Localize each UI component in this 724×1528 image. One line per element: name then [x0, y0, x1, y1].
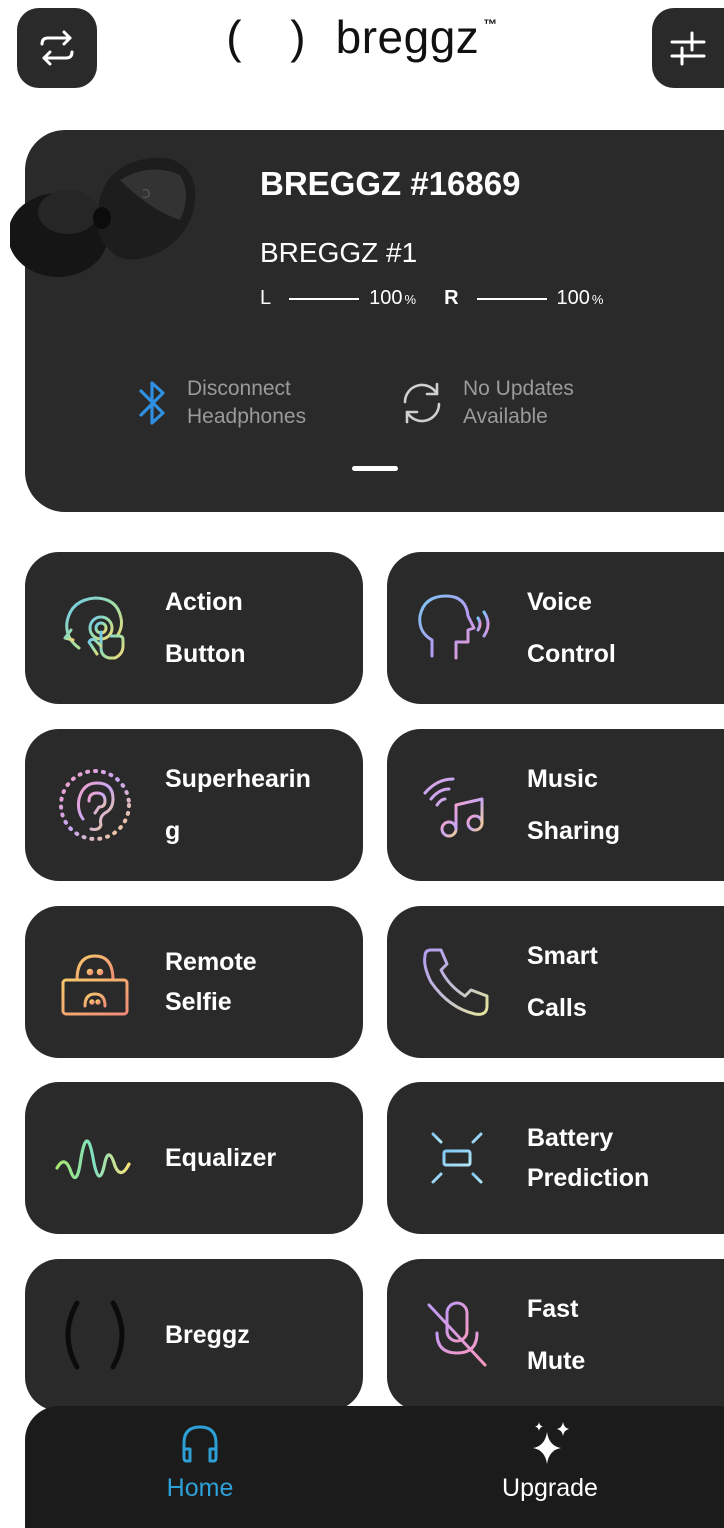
brand-mark: ( ) — [226, 11, 324, 63]
headphones-icon — [182, 1425, 218, 1463]
tile-label: Breggz — [165, 1321, 250, 1349]
settings-button[interactable] — [652, 8, 724, 88]
trademark: ™ — [483, 16, 498, 32]
earbuds-image: ↄ — [10, 157, 196, 277]
battery-glow-icon — [419, 1122, 495, 1194]
card-drag-handle[interactable] — [352, 466, 398, 471]
bluetooth-icon — [139, 381, 165, 425]
battery-right-bar — [476, 297, 547, 300]
tile-superhearing[interactable]: Superhearin g — [25, 729, 363, 881]
device-card: ↄ BREGGZ #16869 BREGGZ #1 L 100% R 100% … — [10, 130, 724, 512]
nav-upgrade[interactable]: Upgrade — [450, 1418, 650, 1503]
nav-home[interactable]: Home — [100, 1418, 300, 1503]
battery-status: L 100% R 100% — [260, 287, 603, 310]
tile-label: Voice Control — [527, 588, 616, 668]
refresh-icon — [403, 382, 441, 424]
music-share-icon — [423, 777, 484, 838]
tile-label: Remote Selfie — [165, 948, 257, 1016]
phone-icon — [423, 948, 489, 1016]
tile-smart-calls[interactable]: Smart Calls — [387, 906, 724, 1058]
voice-head-icon — [418, 594, 490, 660]
disconnect-label: Disconnect Headphones — [187, 377, 307, 428]
tile-label: Action Button — [165, 588, 246, 668]
tile-label: Superhearin g — [165, 765, 311, 845]
tile-action-button[interactable]: Action Button — [25, 552, 363, 704]
battery-right-value: 100% — [556, 287, 604, 309]
brand-logo: ( ) breggz ™ — [0, 10, 724, 64]
svg-text:ↄ: ↄ — [142, 183, 151, 202]
tile-label: Equalizer — [165, 1144, 277, 1172]
tile-label: Smart Calls — [527, 942, 598, 1022]
brand-name: breggz — [335, 11, 480, 63]
update-button[interactable]: No Updates Available — [397, 375, 574, 431]
waveform-icon — [55, 1139, 131, 1180]
tile-label: Battery Prediction — [527, 1124, 650, 1192]
mic-off-icon — [427, 1301, 487, 1369]
bottom-nav: Home Upgrade — [25, 1406, 724, 1528]
device-subname: BREGGZ #1 — [260, 237, 418, 268]
touch-head-icon — [63, 596, 125, 660]
ear-icon — [59, 769, 131, 841]
battery-left-label: L — [260, 287, 272, 309]
tile-voice-control[interactable]: Voice Control — [387, 552, 724, 704]
tile-remote-selfie[interactable]: Remote Selfie — [25, 906, 363, 1058]
tile-fast-mute[interactable]: Fast Mute — [387, 1259, 724, 1411]
battery-right-label: R — [444, 287, 459, 309]
selfie-icon — [61, 954, 129, 1016]
tile-breggz[interactable]: Breggz — [25, 1259, 363, 1411]
battery-left-value: 100% — [369, 287, 417, 309]
sparkles-icon — [533, 1422, 569, 1464]
tile-battery-prediction[interactable]: Battery Prediction — [387, 1082, 724, 1234]
sliders-icon — [670, 31, 706, 66]
tile-music-sharing[interactable]: Music Sharing — [387, 729, 724, 881]
nav-home-label: Home — [166, 1474, 234, 1502]
tile-label: Music Sharing — [527, 765, 621, 845]
tile-equalizer[interactable]: Equalizer — [25, 1082, 363, 1234]
update-label: No Updates Available — [463, 377, 574, 428]
tile-label: Fast Mute — [527, 1295, 586, 1375]
nav-upgrade-label: Upgrade — [502, 1474, 598, 1502]
device-name: BREGGZ #16869 — [260, 165, 521, 202]
breggz-logo-icon — [65, 1300, 125, 1370]
battery-left-bar — [289, 297, 360, 300]
disconnect-button[interactable]: Disconnect Headphones — [135, 375, 306, 431]
